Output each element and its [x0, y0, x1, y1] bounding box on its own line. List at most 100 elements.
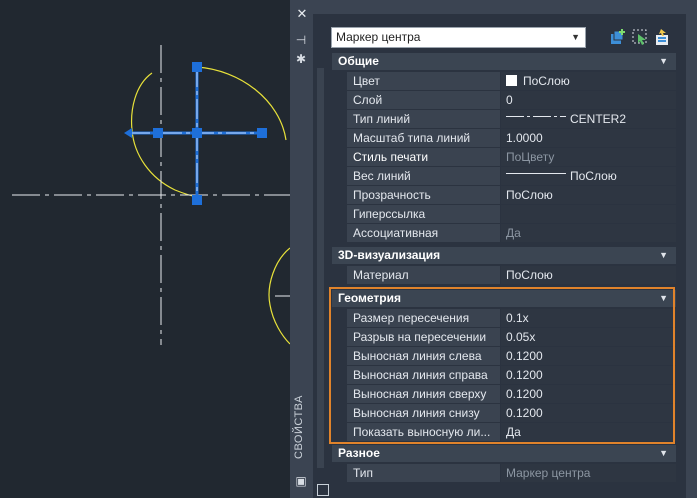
- property-value-text: 1.0000: [506, 131, 543, 145]
- property-value[interactable]: CENTER2: [501, 110, 676, 128]
- property-label: Выносная линия слева: [347, 347, 500, 365]
- property-row[interactable]: Выносная линия снизу 0.1200: [347, 404, 676, 423]
- grip-top[interactable]: [192, 62, 202, 72]
- property-label: Разрыв на пересечении: [347, 328, 500, 346]
- settings-icon[interactable]: ✱: [294, 52, 308, 66]
- property-value-text: ПоСлою: [506, 188, 553, 202]
- property-label: Материал: [347, 266, 500, 284]
- property-label: Выносная линия сверху: [347, 385, 500, 403]
- property-row[interactable]: Выносная линия сверху 0.1200: [347, 385, 676, 404]
- property-row[interactable]: Показать выносную ли... Да: [347, 423, 676, 442]
- select-objects-icon[interactable]: [631, 28, 649, 46]
- property-value-text: 0.1200: [506, 349, 543, 363]
- property-label: Стиль печати: [347, 148, 500, 166]
- chevron-down-icon: ▼: [571, 32, 580, 42]
- grip-left-arrow[interactable]: [124, 128, 132, 138]
- grip-center[interactable]: [192, 128, 202, 138]
- property-label: Вес линий: [347, 167, 500, 185]
- property-row[interactable]: Гиперссылка: [347, 205, 676, 224]
- property-row[interactable]: Тип линий CENTER2: [347, 110, 676, 129]
- property-value[interactable]: 0.1200: [501, 385, 676, 403]
- property-row[interactable]: Материал ПоСлою: [347, 266, 676, 285]
- property-value-text: Да: [506, 226, 521, 240]
- property-value[interactable]: ПоСлою: [501, 167, 676, 185]
- property-row[interactable]: Размер пересечения 0.1x: [347, 309, 676, 328]
- property-value[interactable]: 0: [501, 91, 676, 109]
- property-row[interactable]: Слой 0: [347, 91, 676, 110]
- property-value[interactable]: 1.0000: [501, 129, 676, 147]
- property-value[interactable]: ПоСлою: [501, 186, 676, 204]
- property-value[interactable]: 0.1200: [501, 404, 676, 422]
- linetype-sample-icon: [506, 116, 566, 117]
- property-value-text: CENTER2: [570, 112, 627, 126]
- palette-menu-icon[interactable]: ▣: [294, 474, 308, 488]
- property-value-text: Маркер центра: [506, 466, 591, 480]
- section-header[interactable]: Общие ▼: [332, 53, 676, 70]
- property-row[interactable]: Выносная линия слева 0.1200: [347, 347, 676, 366]
- property-value-text: ПоСлою: [570, 169, 617, 183]
- property-value[interactable]: ПоСлою: [501, 266, 676, 284]
- section-title: Общие: [338, 54, 379, 68]
- property-value-text: 0: [506, 93, 513, 107]
- property-value-text: 0.1200: [506, 368, 543, 382]
- property-row[interactable]: Выносная линия справа 0.1200: [347, 366, 676, 385]
- property-value[interactable]: 0.05x: [501, 328, 676, 346]
- property-label: Выносная линия снизу: [347, 404, 500, 422]
- drawing-canvas[interactable]: [0, 0, 290, 498]
- linetype-sample-icon: [506, 173, 566, 174]
- property-value[interactable]: Маркер центра: [501, 464, 676, 482]
- chevron-down-icon: ▼: [659, 293, 668, 303]
- quick-select-icon[interactable]: [654, 28, 672, 46]
- property-label: Прозрачность: [347, 186, 500, 204]
- palette-title: СВОЙСТВА: [293, 395, 305, 459]
- grip-right[interactable]: [257, 128, 267, 138]
- property-label: Показать выносную ли...: [347, 423, 500, 441]
- property-label: Масштаб типа линий: [347, 129, 500, 147]
- object-type-dropdown[interactable]: Маркер центра ▼: [331, 27, 586, 48]
- property-row[interactable]: Ассоциативная Да: [347, 224, 676, 243]
- property-value-text: 0.1200: [506, 387, 543, 401]
- close-icon[interactable]: ✕: [296, 7, 308, 20]
- property-label: Цвет: [347, 72, 500, 90]
- property-row[interactable]: Стиль печати ПоЦвету: [347, 148, 676, 167]
- section-header[interactable]: Геометрия ▼: [332, 290, 676, 307]
- property-label: Слой: [347, 91, 500, 109]
- property-label: Тип линий: [347, 110, 500, 128]
- chevron-down-icon: ▼: [659, 448, 668, 458]
- property-row[interactable]: Масштаб типа линий 1.0000: [347, 129, 676, 148]
- palette-title-strip[interactable]: ✕ ⊣ ✱ СВОЙСТВА ▣: [290, 0, 312, 498]
- property-value[interactable]: 0.1200: [501, 366, 676, 384]
- property-value-text: ПоСлою: [506, 268, 553, 282]
- property-label: Гиперссылка: [347, 205, 500, 223]
- grip-bottom[interactable]: [192, 195, 202, 205]
- property-value[interactable]: [501, 205, 676, 223]
- toggle-pickadd-icon[interactable]: [609, 28, 627, 46]
- property-value[interactable]: 0.1200: [501, 347, 676, 365]
- property-row[interactable]: Вес линий ПоСлою: [347, 167, 676, 186]
- property-label: Выносная линия справа: [347, 366, 500, 384]
- color-swatch: [506, 75, 517, 86]
- property-row[interactable]: Тип Маркер центра: [347, 464, 676, 483]
- property-row[interactable]: Цвет ПоСлою: [347, 72, 676, 91]
- properties-panel: Маркер центра ▼ Общие ▼ Цвет ПоСлою Слой 0 Тип…: [313, 14, 686, 498]
- section-title: 3D-визуализация: [338, 248, 441, 262]
- property-value-text: 0.1200: [506, 406, 543, 420]
- property-value-text: Да: [506, 425, 521, 439]
- auto-hide-icon[interactable]: ⊣: [294, 33, 308, 47]
- property-value[interactable]: Да: [501, 423, 676, 441]
- property-value[interactable]: Да: [501, 224, 676, 242]
- section-title: Геометрия: [338, 291, 402, 305]
- property-row[interactable]: Разрыв на пересечении 0.05x: [347, 328, 676, 347]
- property-value-text: ПоСлою: [523, 74, 570, 88]
- chevron-down-icon: ▼: [659, 56, 668, 66]
- property-value[interactable]: ПоСлою: [501, 72, 676, 90]
- section-header[interactable]: 3D-визуализация ▼: [332, 247, 676, 264]
- scrollbar[interactable]: [317, 68, 324, 468]
- section-title: Разное: [338, 446, 380, 460]
- grip-left-center[interactable]: [153, 128, 163, 138]
- section-header[interactable]: Разное ▼: [332, 445, 676, 462]
- property-value[interactable]: ПоЦвету: [501, 148, 676, 166]
- property-row[interactable]: Прозрачность ПоСлою: [347, 186, 676, 205]
- object-type-value: Маркер центра: [336, 30, 421, 44]
- property-value[interactable]: 0.1x: [501, 309, 676, 327]
